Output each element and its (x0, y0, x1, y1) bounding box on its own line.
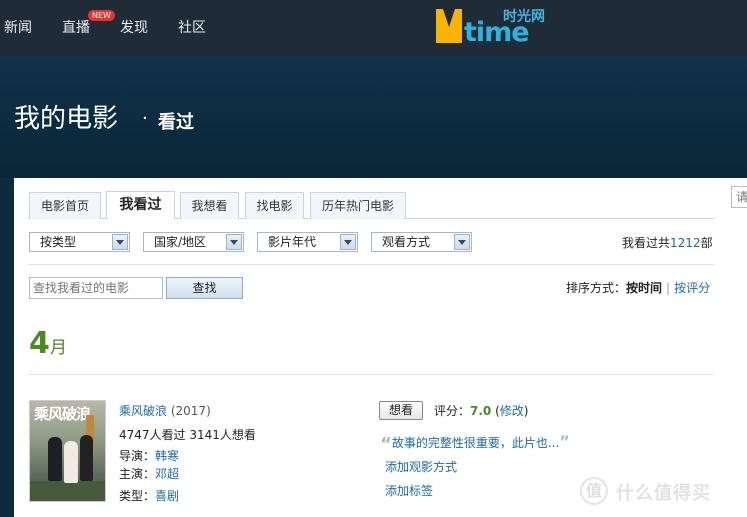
sort-label: 排序方式： (566, 281, 627, 295)
new-badge: NEW (88, 10, 115, 21)
page-subtitle: 看过 (158, 112, 194, 133)
site-search-input[interactable] (731, 186, 747, 208)
nav-community[interactable]: 社区 (178, 17, 206, 37)
nav-news[interactable]: 新闻 (4, 17, 32, 37)
watermark-logo-icon: 值 (580, 477, 608, 505)
quote-close-icon: ” (559, 432, 570, 451)
filter-region-value: 国家/地区 (154, 235, 207, 249)
edit-rating-link[interactable]: 修改 (500, 404, 524, 418)
sort-by-rating[interactable]: 按评分 (674, 281, 710, 295)
search-button[interactable]: 查找 (166, 277, 243, 299)
review-quote[interactable]: “故事的完整性很重要，此片也...” (380, 432, 570, 455)
movie-poster[interactable]: 乘风破浪 (29, 400, 106, 502)
watermark-text: 什么值得买 (616, 483, 711, 504)
quote-open-icon: “ (380, 434, 392, 455)
tab-watched[interactable]: 我看过 (106, 191, 175, 219)
movie-starring: 主演：邓超 (119, 467, 180, 481)
logo-cn-text: 时光网 (503, 9, 545, 25)
want-to-watch-button[interactable]: 想看 (379, 401, 423, 420)
my-rating: 评分：7.0 (修改) (434, 404, 529, 418)
tab-find-movie[interactable]: 找电影 (245, 192, 304, 219)
sort-by-time[interactable]: 按时间 (626, 281, 662, 295)
movie-year: (2017) (170, 404, 211, 418)
tab-want-to-watch[interactable]: 我想看 (180, 192, 239, 219)
filter-watch-method-value: 观看方式 (382, 235, 431, 249)
movie-title-link[interactable]: 乘风破浪 (119, 404, 167, 418)
director-link[interactable]: 韩寒 (155, 449, 179, 463)
movie-genre: 类型：喜剧 (119, 489, 180, 503)
chevron-down-icon (340, 234, 356, 250)
movie-director: 导演：韩寒 (119, 449, 180, 463)
watched-search-input[interactable] (29, 277, 163, 299)
tab-popular-by-year[interactable]: 历年热门电影 (310, 192, 406, 219)
filter-genre-value: 按类型 (40, 235, 77, 249)
smzdm-watermark: 值 什么值得买 (580, 476, 740, 506)
title-separator: · (142, 108, 148, 129)
watched-count: 我看过共1212部 (622, 236, 713, 250)
tab-movie-home[interactable]: 电影首页 (29, 192, 101, 219)
watched-count-number[interactable]: 1212 (670, 236, 701, 250)
filter-decade-select[interactable]: 影片年代 (257, 232, 358, 252)
add-tag-link[interactable]: 添加标签 (385, 482, 433, 499)
nav-live[interactable]: 直播 (62, 17, 90, 37)
chevron-down-icon (226, 234, 242, 250)
divider (28, 264, 714, 265)
divider (28, 374, 714, 375)
page-title: 我的电影 (14, 104, 119, 134)
sort-options: 排序方式：按时间 | 按评分 (566, 281, 711, 295)
add-watch-method-link[interactable]: 添加观影方式 (385, 458, 457, 475)
poster-title: 乘风破浪 (34, 405, 91, 423)
rating-score: 7.0 (470, 404, 492, 418)
movie-title-line: 乘风破浪 (2017) (119, 402, 211, 419)
mtime-logo[interactable]: time 时光网 (436, 7, 561, 48)
top-navigation-bar: 新闻 直播 NEW 发现 社区 time 时光网 (0, 0, 747, 56)
filter-decade-value: 影片年代 (268, 235, 317, 249)
month-heading: 4月 (29, 326, 67, 361)
chevron-down-icon (112, 234, 128, 250)
actor-link[interactable]: 邓超 (155, 467, 179, 481)
filter-region-select[interactable]: 国家/地区 (143, 232, 244, 252)
movie-stats: 4747人看过 3141人想看 (119, 428, 256, 442)
filter-watch-method-select[interactable]: 观看方式 (371, 232, 472, 252)
chevron-down-icon (454, 234, 470, 250)
nav-discover[interactable]: 发现 (120, 17, 148, 37)
filter-genre-select[interactable]: 按类型 (29, 232, 130, 252)
genre-link[interactable]: 喜剧 (155, 489, 179, 503)
